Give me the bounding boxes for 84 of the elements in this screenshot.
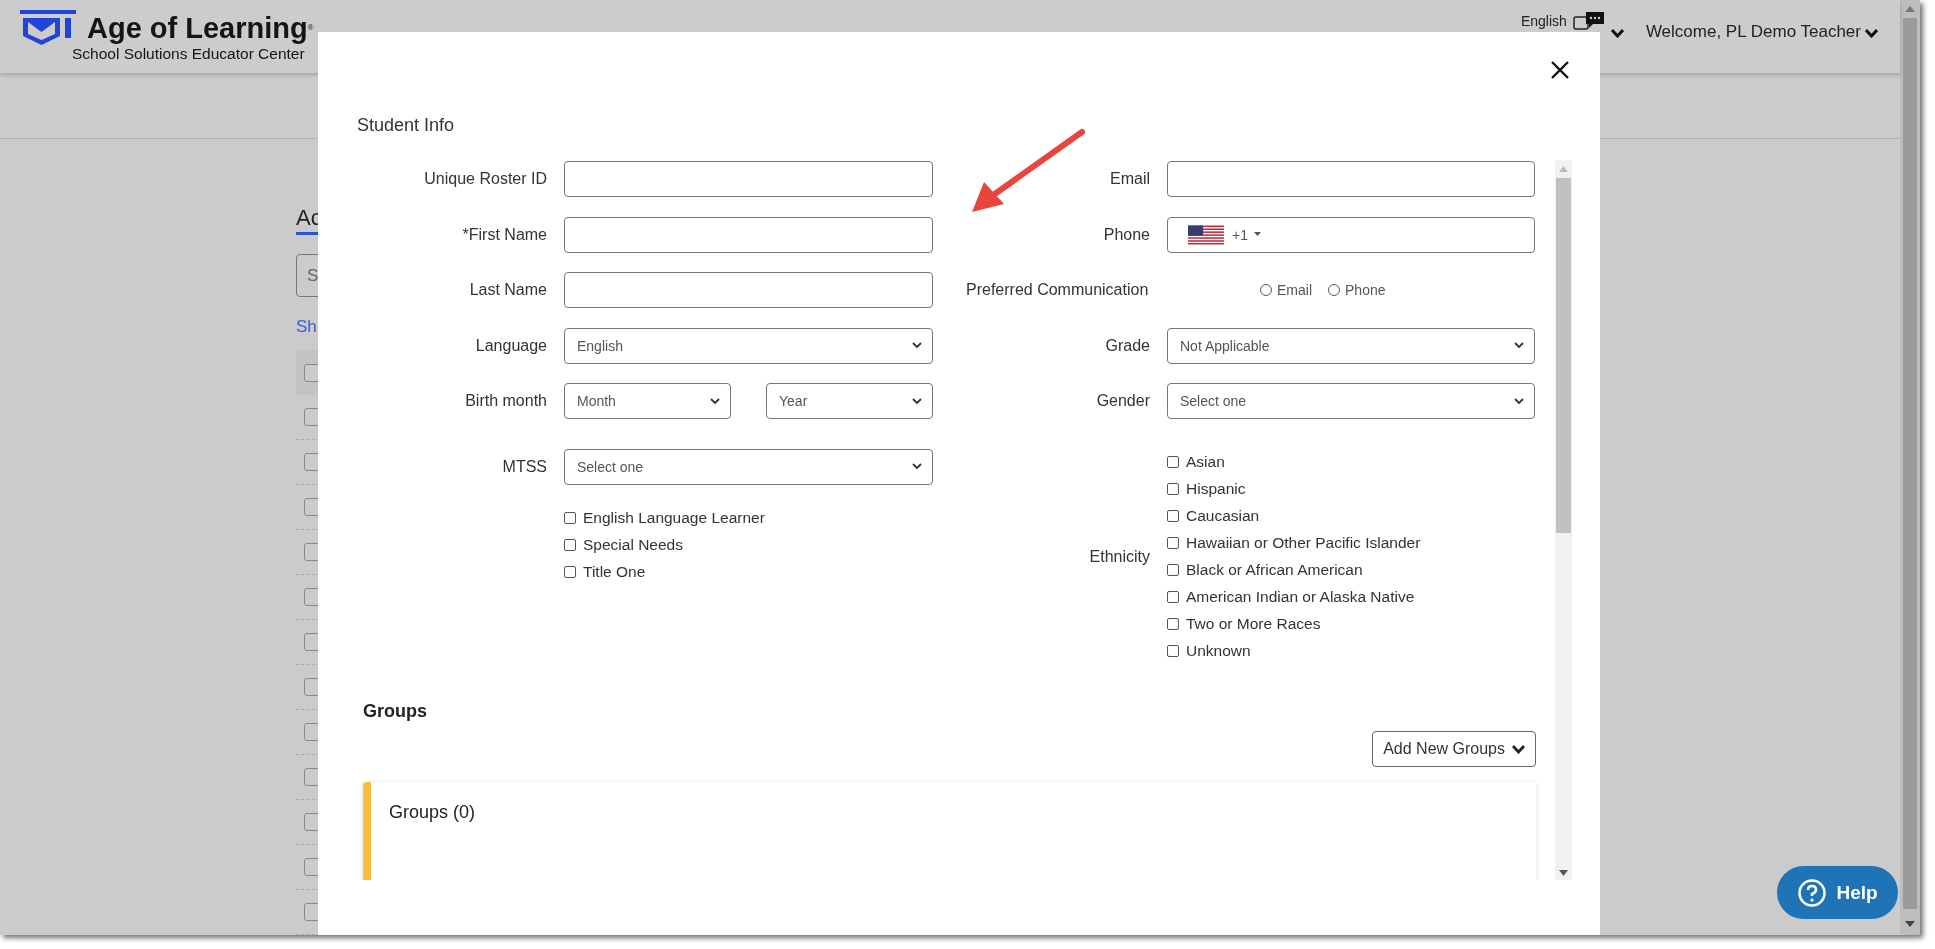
select-field[interactable]: Not Applicable	[1167, 327, 1535, 364]
checkbox-label: Asian	[1186, 453, 1225, 471]
field-label: Ethnicity	[1088, 547, 1150, 566]
checkbox[interactable]	[1167, 483, 1179, 495]
radio-label: Email	[1277, 282, 1312, 298]
select-value: English	[577, 337, 623, 354]
checkbox-label: Black or African American	[1186, 561, 1363, 579]
select-field[interactable]: Year	[766, 383, 933, 419]
field-label: *First Name	[461, 225, 547, 244]
field-label: Grade	[1104, 336, 1150, 355]
field-label: Preferred Communication	[966, 281, 1150, 299]
text-field[interactable]	[564, 216, 933, 253]
checkbox[interactable]	[1167, 645, 1179, 657]
chevron-icon	[1514, 342, 1524, 349]
select-value: Select one	[1180, 393, 1247, 409]
caret-icon	[1253, 232, 1261, 237]
select-field[interactable]: Select one	[1167, 383, 1535, 419]
scroll-up-icon[interactable]	[1905, 6, 1915, 12]
flag-icon	[1188, 224, 1224, 245]
checkbox[interactable]	[1167, 591, 1179, 603]
chevron-icon	[912, 342, 922, 349]
checkbox[interactable]	[1167, 456, 1179, 468]
section-title: Student Info	[357, 114, 456, 137]
checkbox-label: Two or More Races	[1186, 615, 1321, 633]
scrollbar[interactable]	[1900, 0, 1920, 935]
scroll-down-icon[interactable]	[1559, 870, 1568, 876]
phone-field[interactable]: +1	[1167, 216, 1535, 253]
checkbox-label: English Language Learner	[583, 508, 765, 527]
field-label: Last Name	[468, 281, 547, 299]
link[interactable]: Sh	[296, 317, 317, 337]
text-field[interactable]	[564, 272, 933, 308]
checkbox[interactable]	[1167, 537, 1179, 549]
checkbox[interactable]	[564, 511, 576, 524]
select-value: Month	[577, 393, 616, 409]
checkbox-label: Unknown	[1186, 642, 1251, 660]
logo-icon	[20, 10, 76, 46]
checkbox[interactable]	[1167, 564, 1179, 576]
logo-title: Age of Learning$^{®}$	[87, 12, 314, 44]
help-icon	[1797, 877, 1828, 908]
text-field[interactable]	[1167, 161, 1535, 197]
scrollbar[interactable]	[1555, 160, 1572, 880]
text-field[interactable]	[564, 161, 933, 197]
chevron-icon[interactable]	[1610, 28, 1624, 38]
country-code-selector[interactable]: +1	[1188, 224, 1261, 245]
field-label: Gender	[1095, 392, 1150, 410]
help-label: Help	[1836, 881, 1878, 904]
section-title: Groups	[363, 699, 428, 722]
checkbox-label: Caucasian	[1186, 507, 1260, 525]
field-label: Birth month	[464, 392, 547, 410]
select-field[interactable]: Month	[564, 383, 731, 419]
select-field[interactable]: Select one	[564, 448, 933, 485]
language-selector[interactable]: English	[1520, 13, 1567, 29]
checkbox-label: Title One	[583, 562, 646, 581]
checkbox-label: Special Needs	[583, 535, 683, 554]
select-field[interactable]: English	[564, 327, 933, 364]
add-groups-button[interactable]: Add New Groups	[1372, 730, 1536, 767]
checkbox-label: Hawaiian or Other Pacific Islander	[1186, 534, 1421, 552]
logo-subtitle: School Solutions Educator Center	[72, 45, 306, 63]
chevron-icon[interactable]	[1865, 28, 1878, 38]
select-value: Select one	[577, 458, 644, 475]
select-value: Year	[779, 393, 808, 409]
card-title: Groups (0)	[389, 801, 476, 822]
scroll-down-icon[interactable]	[1905, 921, 1915, 927]
checkbox[interactable]	[1167, 618, 1179, 630]
select-value: Not Applicable	[1180, 337, 1270, 354]
field-label: Language	[474, 336, 547, 355]
field-label: MTSS	[501, 457, 547, 476]
user-menu[interactable]: Welcome, PL Demo Teacher	[1645, 22, 1861, 42]
checkbox[interactable]	[564, 538, 576, 551]
chevron-icon	[710, 397, 720, 405]
field-label: Unique Roster ID	[423, 170, 547, 188]
checkbox[interactable]	[564, 565, 576, 578]
checkbox[interactable]	[1167, 510, 1179, 522]
chevron-icon	[912, 397, 922, 405]
checkbox-label: American Indian or Alaska Native	[1186, 588, 1415, 606]
chevron-icon	[1514, 397, 1524, 405]
chevron-icon	[1512, 743, 1525, 754]
checkbox-label: Hispanic	[1186, 480, 1246, 498]
field-label: Email	[1109, 170, 1150, 188]
help-button[interactable]: Help	[1777, 866, 1898, 919]
field-label: Phone	[1102, 225, 1150, 244]
chat-icon[interactable]	[1572, 11, 1607, 33]
radio-label: Phone	[1345, 282, 1386, 298]
chevron-icon	[912, 463, 922, 470]
